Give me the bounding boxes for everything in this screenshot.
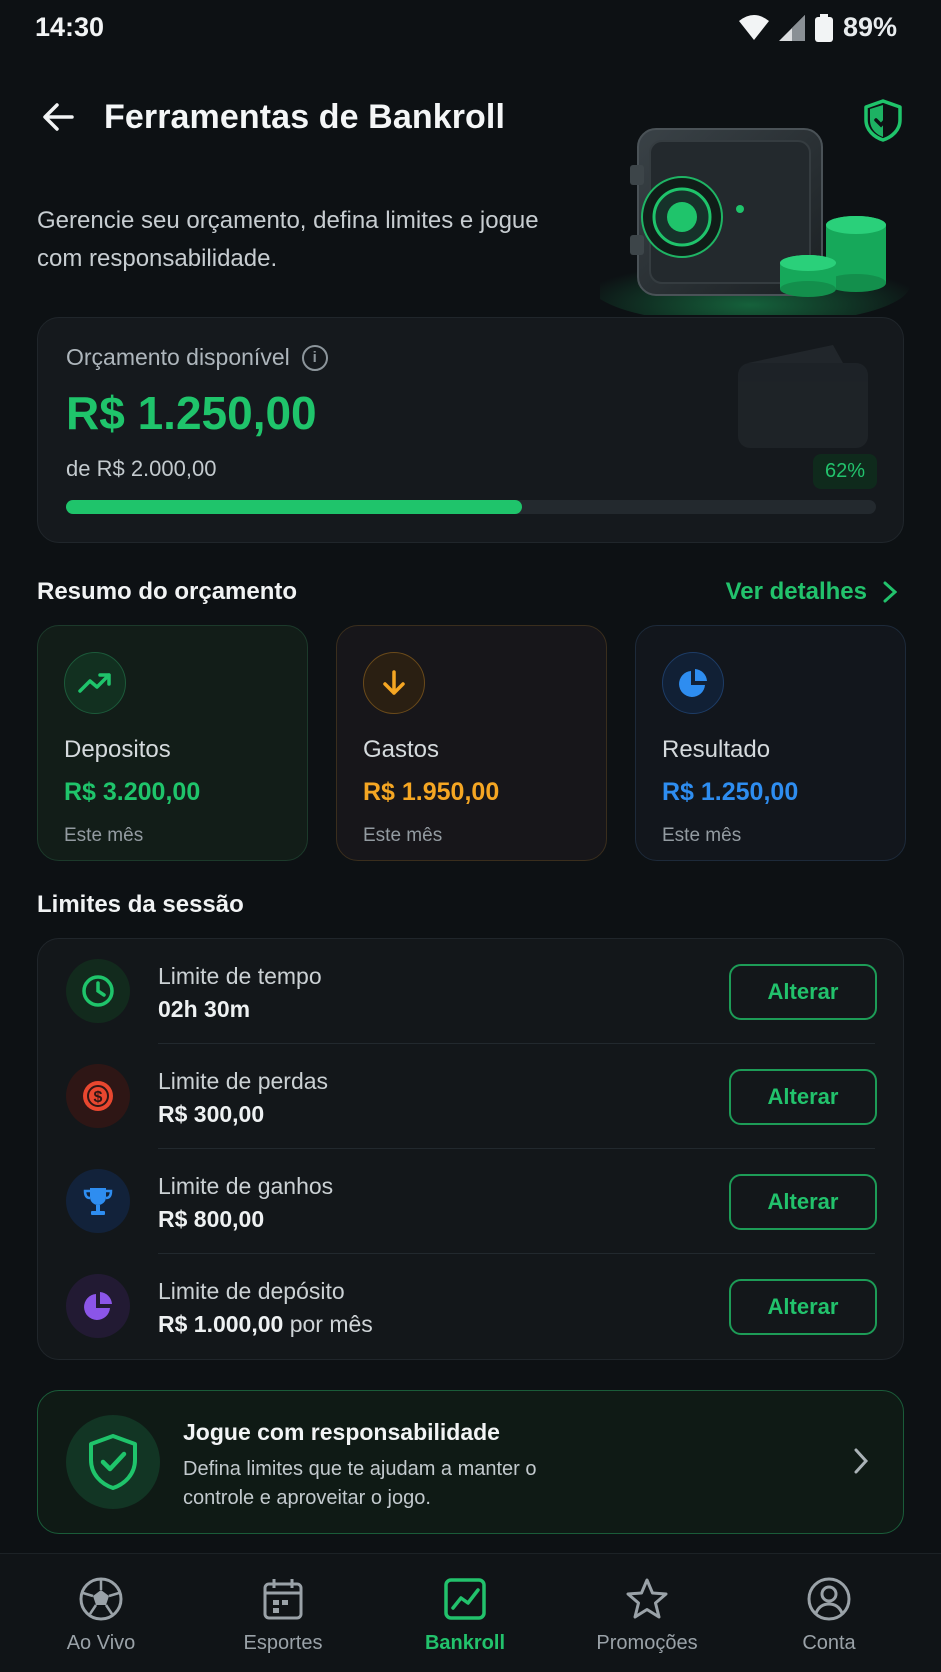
summary-card-expenses[interactable]: Gastos R$ 1.950,00 Este mês: [336, 625, 607, 861]
responsible-title: Jogue com responsabilidade: [183, 1419, 500, 1445]
info-icon[interactable]: i: [301, 344, 328, 371]
wallet-icon: [738, 345, 868, 448]
budget-available-value: R$ 1.250,00: [66, 387, 317, 439]
summary-label: Gastos: [363, 736, 440, 763]
limit-label: Limite de tempo: [158, 963, 322, 989]
limit-row-time: Limite de tempo 02h 30m Alterar: [38, 939, 905, 1043]
budget-label: Orçamento disponível i: [66, 344, 328, 371]
shield-check-icon: [66, 1415, 160, 1509]
signal-icon: [778, 14, 805, 41]
pie-chart-icon: [66, 1274, 130, 1338]
budget-total: de R$ 2.000,00: [66, 456, 217, 481]
trophy-icon: [66, 1169, 130, 1233]
limits-section-title: Limites da sessão: [37, 891, 244, 918]
summary-section-title: Resumo do orçamento: [37, 578, 298, 605]
bottom-navigation: Ao Vivo Esportes Bankroll Promoções Cont…: [0, 1553, 941, 1672]
limit-value: R$ 300,00: [158, 1101, 265, 1127]
limit-value: R$ 800,00: [158, 1206, 265, 1232]
svg-text:$: $: [94, 1089, 103, 1106]
alter-win-limit-button[interactable]: Alterar: [729, 1174, 877, 1230]
status-time: 14:30: [35, 12, 105, 42]
limit-value: 02h 30m: [158, 996, 251, 1022]
responsible-gaming-banner[interactable]: Jogue com responsabilidade Defina limite…: [37, 1390, 904, 1534]
chevron-right-icon: [854, 1448, 869, 1474]
budget-card: Orçamento disponível i R$ 1.250,00 de R$…: [37, 317, 904, 543]
nav-promocoes[interactable]: Promoções: [562, 1576, 732, 1655]
budget-progress-bar: [66, 500, 876, 514]
nav-bankroll[interactable]: Bankroll: [380, 1576, 550, 1655]
alter-deposit-limit-button[interactable]: Alterar: [729, 1279, 877, 1335]
summary-period: Este mês: [363, 825, 443, 846]
summary-label: Resultado: [662, 736, 771, 763]
nav-label: Conta: [802, 1632, 856, 1654]
calendar-icon: [263, 1579, 303, 1620]
clock-icon: [66, 959, 130, 1023]
alter-loss-limit-button[interactable]: Alterar: [729, 1069, 877, 1125]
summary-label: Depositos: [64, 736, 171, 763]
budget-progress-fill: [66, 500, 522, 514]
see-details-link[interactable]: Ver detalhes: [726, 578, 897, 606]
summary-card-result[interactable]: Resultado R$ 1.250,00 Este mês: [635, 625, 906, 861]
wifi-icon: [738, 14, 769, 40]
back-arrow-icon[interactable]: [38, 97, 78, 137]
summary-value: R$ 3.200,00: [64, 778, 201, 806]
status-icons: 89%: [738, 12, 897, 43]
summary-value: R$ 1.950,00: [363, 778, 500, 806]
page-subtitle: Gerencie seu orçamento, defina limites e…: [37, 207, 539, 272]
nav-label: Promoções: [596, 1632, 698, 1654]
nav-label: Esportes: [243, 1632, 323, 1654]
limit-row-wins: Limite de ganhos R$ 800,00 Alterar: [38, 1149, 905, 1253]
session-limits-card: Limite de tempo 02h 30m Alterar $ Limite…: [37, 938, 904, 1360]
limit-row-losses: $ Limite de perdas R$ 300,00 Alterar: [38, 1044, 905, 1148]
budget-percent-badge: 62%: [812, 454, 877, 489]
nav-label: Bankroll: [424, 1632, 506, 1654]
user-icon: [807, 1577, 851, 1621]
dollar-coin-icon: $: [66, 1064, 130, 1128]
nav-esportes[interactable]: Esportes: [198, 1576, 368, 1655]
chart-icon: [444, 1578, 486, 1620]
arrow-down-icon: [363, 652, 425, 714]
limit-label: Limite de depósito: [158, 1278, 345, 1304]
safe-illustration: [600, 128, 910, 315]
limit-row-deposit: Limite de depósito R$ 1.000,00 por mês A…: [38, 1254, 905, 1358]
responsible-text: Defina limites que te ajudam a manter o …: [183, 1458, 537, 1509]
trending-up-icon: [64, 652, 126, 714]
soccer-ball-icon: [79, 1577, 123, 1621]
battery-percent: 89%: [842, 12, 897, 42]
chevron-right-icon: [883, 581, 897, 603]
limit-label: Limite de perdas: [158, 1068, 329, 1094]
summary-period: Este mês: [662, 825, 742, 846]
star-icon: [626, 1578, 668, 1619]
nav-conta[interactable]: Conta: [744, 1576, 914, 1655]
limit-label: Limite de ganhos: [158, 1173, 334, 1199]
battery-icon: [814, 13, 833, 42]
alter-time-limit-button[interactable]: Alterar: [729, 964, 877, 1020]
nav-label: Ao Vivo: [66, 1632, 136, 1654]
summary-value: R$ 1.250,00: [662, 778, 799, 806]
summary-card-deposits[interactable]: Depositos R$ 3.200,00 Este mês: [37, 625, 308, 861]
page-title: Ferramentas de Bankroll: [104, 98, 506, 136]
nav-ao-vivo[interactable]: Ao Vivo: [16, 1576, 186, 1655]
summary-period: Este mês: [64, 825, 144, 846]
pie-chart-icon: [662, 652, 724, 714]
limit-value: R$ 1.000,00 por mês: [158, 1311, 373, 1337]
